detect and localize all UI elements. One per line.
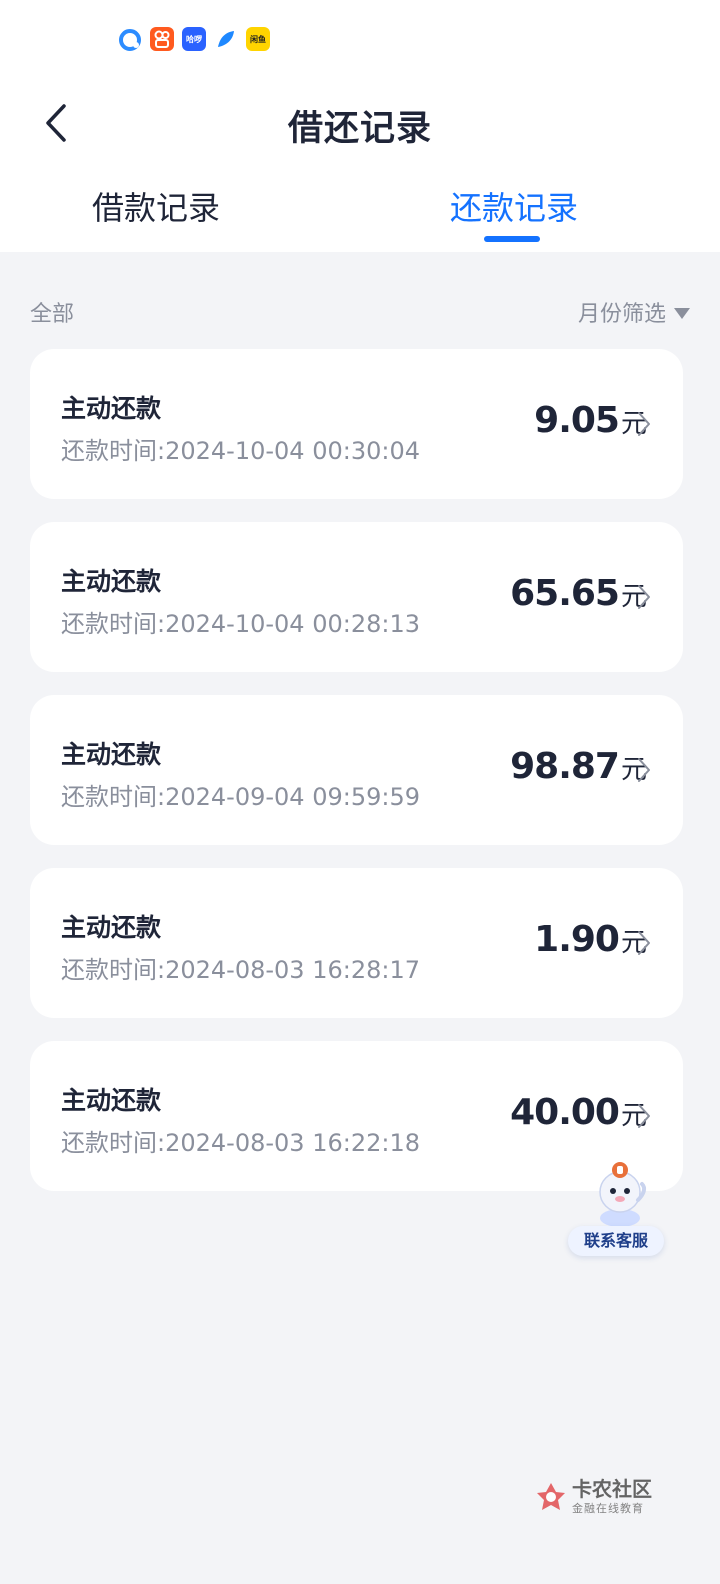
- record-time: 还款时间:2024-10-04 00:28:13: [61, 610, 420, 638]
- repayment-list: 主动还款 还款时间:2024-10-04 00:30:04 9.05 元 主动还…: [30, 349, 683, 1214]
- amount-value: 98.87: [510, 746, 620, 787]
- filter-row: 全部 月份筛选: [30, 296, 690, 330]
- record-amount: 65.65 元: [510, 573, 647, 614]
- page-title: 借还记录: [287, 109, 432, 149]
- record-amount: 40.00 元: [510, 1092, 647, 1133]
- filter-all[interactable]: 全部: [30, 296, 74, 328]
- record-amount: 98.87 元: [510, 746, 647, 787]
- xianyu-app-icon: 闲鱼: [246, 27, 270, 51]
- month-filter-button[interactable]: 月份筛选: [578, 296, 690, 328]
- record-time: 还款时间:2024-09-04 09:59:59: [61, 783, 420, 811]
- kuaishou-app-icon: [150, 27, 174, 51]
- hello-app-icon: 哈啰: [182, 27, 206, 51]
- record-amount: 9.05 元: [534, 400, 647, 441]
- mascot-icon: [599, 1162, 647, 1227]
- list-item[interactable]: 主动还款 还款时间:2024-08-03 16:28:17 1.90 元: [30, 868, 683, 1018]
- tab-borrow-records[interactable]: 借款记录: [92, 183, 220, 229]
- chevron-right-icon: [638, 585, 650, 609]
- amount-value: 1.90: [534, 919, 620, 960]
- record-time: 还款时间:2024-08-03 16:28:17: [61, 956, 420, 984]
- record-type: 主动还款: [61, 567, 162, 596]
- record-time: 还款时间:2024-10-04 00:30:04: [61, 437, 420, 465]
- record-type: 主动还款: [61, 1086, 162, 1115]
- watermark-sub: 金融在线教育: [572, 1502, 644, 1515]
- chevron-right-icon: [638, 758, 650, 782]
- watermark: 卡农社区 金融在线教育: [534, 1478, 652, 1516]
- chevron-right-icon: [638, 931, 650, 955]
- tab-repay-records[interactable]: 还款记录: [450, 183, 578, 229]
- feather-app-icon: [214, 27, 238, 51]
- watermark-main: 卡农社区: [572, 1477, 652, 1501]
- amount-value: 40.00: [510, 1092, 620, 1133]
- record-amount: 1.90 元: [534, 919, 647, 960]
- cloud-app-icon: [118, 27, 142, 51]
- customer-service-button[interactable]: 联系客服: [568, 1160, 666, 1258]
- caret-down-icon: [674, 307, 690, 319]
- chevron-right-icon: [638, 1104, 650, 1128]
- amount-value: 9.05: [534, 400, 620, 441]
- list-item[interactable]: 主动还款 还款时间:2024-09-04 09:59:59 98.87 元: [30, 695, 683, 845]
- record-type: 主动还款: [61, 913, 162, 942]
- tab-bar: 借款记录 还款记录: [0, 183, 720, 243]
- record-time: 还款时间:2024-08-03 16:22:18: [61, 1129, 420, 1157]
- record-type: 主动还款: [61, 394, 162, 423]
- status-bar-icons: 哈啰 闲鱼: [118, 27, 270, 51]
- active-tab-indicator: [484, 236, 540, 242]
- list-item[interactable]: 主动还款 还款时间:2024-10-04 00:28:13 65.65 元: [30, 522, 683, 672]
- chevron-right-icon: [638, 412, 650, 436]
- month-filter-label: 月份筛选: [577, 302, 666, 327]
- record-type: 主动还款: [61, 740, 162, 769]
- list-item[interactable]: 主动还款 还款时间:2024-10-04 00:30:04 9.05 元: [30, 349, 683, 499]
- amount-value: 65.65: [510, 573, 620, 614]
- customer-service-label: 联系客服: [568, 1226, 664, 1256]
- logo-icon: [537, 1483, 565, 1510]
- watermark-text: 卡农社区 金融在线教育: [572, 1478, 652, 1516]
